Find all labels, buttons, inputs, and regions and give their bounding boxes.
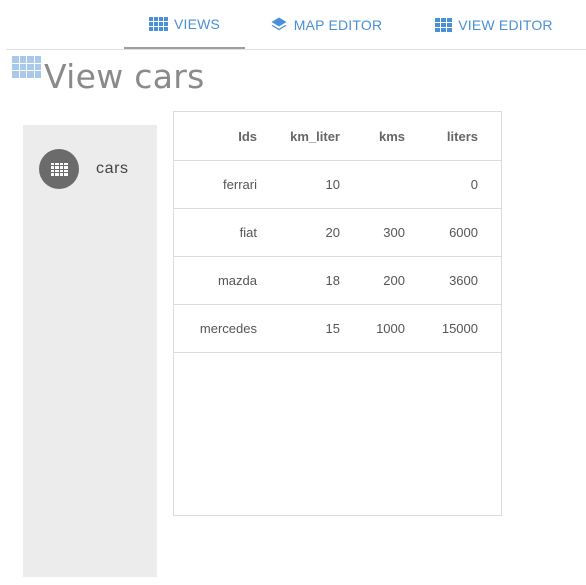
column-spacer <box>478 112 501 161</box>
sidebar: cars <box>23 125 157 577</box>
page-heading: View cars <box>12 56 205 96</box>
cell-spacer <box>478 304 501 353</box>
cell-kms: 300 <box>340 208 405 257</box>
top-tabs: VIEWS MAP EDITOR VIEW EDITOR <box>6 0 586 50</box>
column-header-kms[interactable]: kms <box>340 112 405 161</box>
cell-km-liter: 20 <box>257 208 340 257</box>
cell-liters: 15000 <box>405 304 478 353</box>
grid-icon <box>435 17 453 32</box>
cell-ids: mercedes <box>174 304 257 353</box>
grid-icon <box>39 149 79 189</box>
page-title: View cars <box>44 56 205 96</box>
column-header-liters[interactable]: liters <box>405 112 478 161</box>
cell-spacer <box>478 256 501 305</box>
cell-km-liter: 10 <box>257 160 340 209</box>
table-row[interactable]: fiat 20 300 6000 <box>174 208 501 257</box>
grid-icon-cells <box>50 162 68 176</box>
column-header-km-liter[interactable]: km_liter <box>257 112 340 161</box>
tab-views[interactable]: VIEWS <box>124 0 245 49</box>
table-row[interactable]: mercedes 15 1000 15000 <box>174 304 501 353</box>
column-header-ids[interactable]: Ids <box>174 112 257 161</box>
tab-view-editor-label: VIEW EDITOR <box>458 16 553 33</box>
cell-ids: ferrari <box>174 160 257 209</box>
table-row[interactable]: mazda 18 200 3600 <box>174 256 501 305</box>
grid-icon <box>12 56 41 78</box>
cell-ids: mazda <box>174 256 257 305</box>
cell-km-liter: 15 <box>257 304 340 353</box>
cell-spacer <box>478 208 501 257</box>
data-table-card: Ids km_liter kms liters ferrari 10 0 fia… <box>173 111 502 516</box>
cell-liters: 0 <box>405 160 478 209</box>
cell-ids: fiat <box>174 208 257 257</box>
cell-spacer <box>478 160 501 209</box>
table-row[interactable]: ferrari 10 0 <box>174 160 501 209</box>
grid-icon <box>148 16 168 31</box>
cell-liters: 3600 <box>405 256 478 305</box>
sidebar-item-label: cars <box>96 160 129 177</box>
tab-view-editor[interactable]: VIEW EDITOR <box>432 0 556 49</box>
tab-map-editor-label: MAP EDITOR <box>293 16 383 33</box>
cell-kms: 200 <box>340 256 405 305</box>
tab-map-editor[interactable]: MAP EDITOR <box>264 0 388 49</box>
cell-km-liter: 18 <box>257 256 340 305</box>
cell-liters: 6000 <box>405 208 478 257</box>
cell-kms: 1000 <box>340 304 405 353</box>
data-table: Ids km_liter kms liters ferrari 10 0 fia… <box>174 112 501 353</box>
layers-icon <box>271 17 287 30</box>
tab-views-label: VIEWS <box>173 15 221 32</box>
sidebar-item-cars[interactable]: cars <box>39 149 129 189</box>
table-header-row: Ids km_liter kms liters <box>174 112 501 161</box>
cell-kms <box>340 160 405 209</box>
